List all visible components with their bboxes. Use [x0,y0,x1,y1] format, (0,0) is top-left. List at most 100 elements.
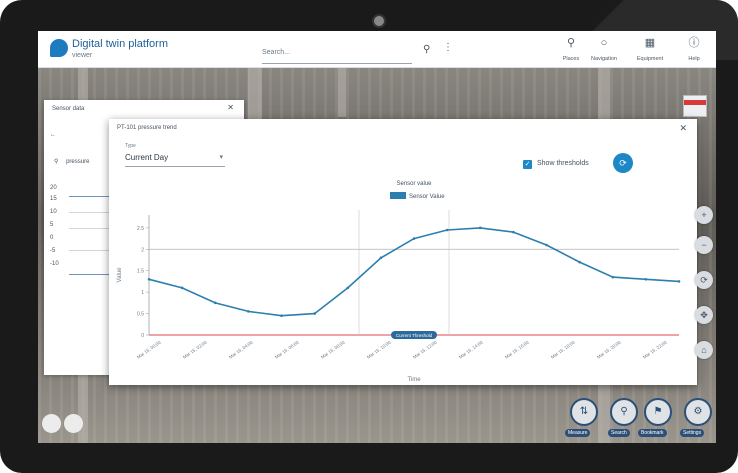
data-point [512,230,515,234]
search-icon[interactable]: ⚲ [423,44,430,55]
data-point [644,277,648,281]
data-point [578,260,581,264]
chart-title: Sensor value [396,181,432,187]
bookmark-button[interactable]: ⚑ [644,398,672,426]
logo-icon [50,39,68,57]
data-point [313,312,316,315]
chart-area: Sensor value Sensor Value 0 0.5 1 1.5 2 2.5 Valu… [109,175,697,385]
search-icon: ⚲ [620,406,628,417]
equipment-icon: ▦ [644,37,656,49]
data-point [677,280,681,283]
axis-label: 20 [50,185,57,191]
search-tool-button[interactable]: ⚲ [610,398,638,426]
pin-icon: ⚲ [566,37,576,49]
left-panel-title: Sensor data [52,106,85,112]
nav-navigation[interactable]: ○ Navigation [586,36,622,62]
period-dropdown[interactable]: Current Day ▾ [125,153,225,167]
zoom-out-icon[interactable]: − [695,236,713,254]
data-point [445,228,449,232]
chart-dialog: PT-101 pressure trend ✕ Type Current Day… [109,119,697,385]
x-tick-label: Mar 15, 20:00 [596,339,622,359]
data-point [147,277,151,281]
data-point [346,286,350,290]
axis-label: -5 [50,248,56,254]
settings-label: Settings [680,429,705,437]
avatar[interactable] [64,414,83,433]
screen: Digital twin platform viewer Search... ⚲… [38,31,716,443]
data-point [213,301,217,305]
top-bar: Digital twin platform viewer Search... ⚲… [38,31,716,68]
camera-icon [372,14,386,28]
dropdown-value: Current Day [125,153,169,162]
dropdown-label: Type [125,143,136,149]
pin-icon: ⚲ [54,159,59,165]
x-tick-label: Mar 15, 16:00 [504,339,530,359]
list-item[interactable]: ⚲ pressure [54,158,89,165]
data-point [611,275,615,279]
x-tick-label: Mar 15, 14:00 [458,339,484,359]
x-tick-label: Mar 15, 12:00 [412,339,438,359]
x-tick-label: Mar 15, 22:00 [642,339,668,359]
y-tick-label: 2.5 [137,226,144,232]
close-icon[interactable]: ✕ [227,103,234,112]
y-tick-label: 0.5 [137,312,144,318]
more-menu-icon[interactable]: ⋮ [443,42,453,53]
nav-places[interactable]: ⚲ Places [553,36,589,62]
data-point [379,256,383,260]
dialog-title: PT-101 pressure trend [117,125,177,131]
settings-icon: ⚙ [693,406,703,417]
help-icon: ⓘ [688,37,700,49]
data-point [478,226,482,230]
close-icon[interactable]: ✕ [679,123,687,134]
avatar[interactable] [42,414,61,433]
zoom-in-icon[interactable]: + [695,206,713,224]
layers-icon: ○ [600,37,608,49]
data-point [280,314,283,318]
view-cube[interactable] [683,95,707,117]
back-icon[interactable]: ← [50,132,56,138]
axis-label: 5 [50,222,54,228]
y-tick-label: 2 [141,247,144,253]
measure-icon: ⇅ [579,406,589,417]
series-line-sensor-value [148,227,680,317]
x-axis-label: Time [407,377,421,383]
rotate-icon[interactable]: ⟳ [695,271,713,289]
chevron-down-icon: ▾ [219,154,223,161]
x-tick-label: Mar 15, 02:00 [182,339,208,359]
threshold-badge-label: Current Threshold [396,333,433,338]
threshold-checkbox[interactable]: ✓ [523,160,532,169]
x-tick-label: Mar 15, 00:00 [136,339,162,359]
bookmark-icon: ⚑ [653,406,663,417]
app-subtitle: viewer [72,52,93,59]
nav-equipment[interactable]: ▦ Equipment [632,36,668,62]
nav-help[interactable]: ⓘ Help [676,36,712,62]
axis-label: 0 [50,235,54,241]
legend-label: Sensor Value [409,194,445,200]
legend-swatch [390,192,406,199]
y-axis-label: Value [117,267,123,283]
x-tick-label: Mar 15, 18:00 [550,339,576,359]
bookmark-label: Bookmark [638,429,667,437]
x-tick-label: Mar 15, 06:00 [274,339,300,359]
data-point [412,237,416,240]
measure-button[interactable]: ⇅ [570,398,598,426]
pan-icon[interactable]: ✥ [695,306,713,324]
tablet-frame: Digital twin platform viewer Search... ⚲… [0,0,738,473]
axis-label: -10 [50,261,59,267]
axis-label: 10 [50,209,57,215]
refresh-button[interactable]: ⟳ [613,153,633,173]
data-point [545,243,548,247]
app-title: Digital twin platform [72,38,168,50]
line-chart: Sensor value Sensor Value 0 0.5 1 1.5 2 2.5 Valu… [117,181,681,383]
search-input[interactable]: Search... [262,49,412,64]
measure-label: Measure [565,429,591,437]
y-tick-label: 1.5 [137,269,144,275]
x-tick-label: Mar 15, 08:00 [320,339,346,359]
y-tick-label: 0 [141,333,144,339]
x-tick-label: Mar 15, 04:00 [228,339,254,359]
data-point [180,286,184,290]
home-icon[interactable]: ⌂ [695,341,713,359]
settings-button[interactable]: ⚙ [684,398,712,426]
search-label: Search [608,429,630,437]
checkbox-label: Show thresholds [537,160,589,167]
